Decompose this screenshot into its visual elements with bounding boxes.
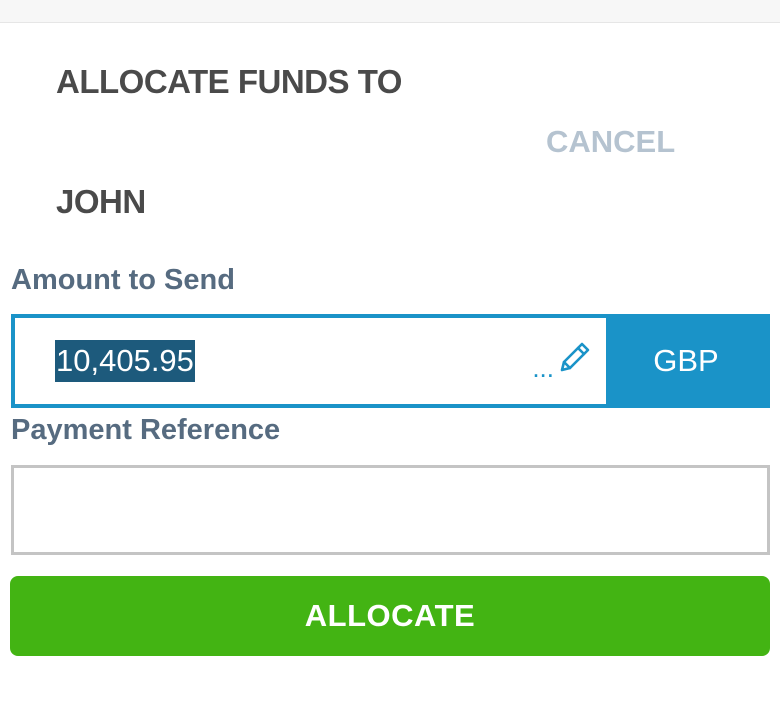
pencil-icon[interactable] [556, 340, 592, 381]
payment-reference-input[interactable] [11, 465, 770, 555]
amount-value-selected[interactable]: 10,405.95 [55, 340, 195, 382]
top-bar [0, 0, 780, 23]
amount-field-group: 10,405.95 ... GBP [11, 314, 770, 408]
currency-selector[interactable]: GBP [606, 318, 766, 404]
recipient-name: JOHN [56, 183, 146, 220]
edit-indicator[interactable]: ... [532, 340, 592, 381]
ellipsis-text: ... [532, 353, 554, 383]
payment-reference-label: Payment Reference [11, 414, 281, 446]
cancel-button[interactable]: CANCEL [546, 122, 675, 162]
allocate-button[interactable]: ALLOCATE [10, 576, 770, 656]
amount-label: Amount to Send [11, 264, 235, 296]
dialog-title: ALLOCATE FUNDS TO [56, 63, 402, 100]
amount-input[interactable]: 10,405.95 ... [15, 318, 606, 404]
